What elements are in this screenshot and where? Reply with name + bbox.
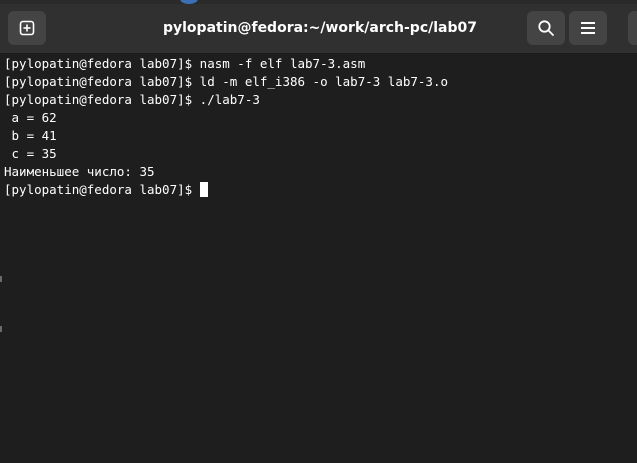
terminal-output[interactable]: [pylopatin@fedora lab07]$ nasm -f elf la…	[0, 54, 637, 463]
terminal-line: [pylopatin@fedora lab07]$ ./lab7-3	[4, 92, 260, 107]
search-icon	[538, 20, 554, 36]
terminal-prompt: [pylopatin@fedora lab07]$	[4, 182, 200, 197]
new-tab-icon	[19, 20, 35, 36]
terminal-line: [pylopatin@fedora lab07]$ nasm -f elf la…	[4, 56, 366, 71]
window-title: pylopatin@fedora:~/work/arch-pc/lab07	[162, 20, 477, 36]
terminal-line: a = 62	[4, 110, 57, 125]
terminal-line: b = 41	[4, 128, 57, 143]
terminal-window: pylopatin@fedora:~/work/arch-pc/lab07 [p…	[0, 0, 637, 463]
new-tab-button[interactable]	[8, 11, 46, 45]
terminal-cursor	[199, 182, 208, 197]
headerbar: pylopatin@fedora:~/work/arch-pc/lab07	[0, 0, 637, 54]
terminal-prompt-line: [pylopatin@fedora lab07]$	[4, 181, 637, 199]
search-button[interactable]	[527, 11, 565, 45]
terminal-line: c = 35	[4, 146, 57, 161]
edge-artifact	[0, 276, 2, 282]
terminal-line: Наименьшее число: 35	[4, 164, 155, 179]
edge-artifact	[0, 326, 2, 332]
terminal-line: [pylopatin@fedora lab07]$ ld -m elf_i386…	[4, 74, 449, 89]
menu-button[interactable]	[569, 11, 607, 45]
window-control-button-partial[interactable]	[628, 11, 637, 45]
hamburger-menu-icon	[581, 22, 595, 34]
